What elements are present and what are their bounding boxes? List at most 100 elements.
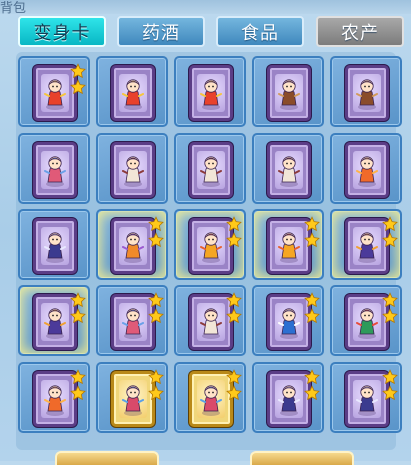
inventory-slot[interactable] <box>174 285 246 356</box>
star-icon <box>304 292 320 308</box>
star-rating <box>382 369 398 401</box>
transform-card-phoenix[interactable] <box>345 142 389 198</box>
star-icon <box>382 216 398 232</box>
card-portrait <box>41 227 69 265</box>
star-icon <box>70 369 86 385</box>
star-icon <box>382 292 398 308</box>
star-icon <box>382 369 398 385</box>
star-rating <box>304 292 320 324</box>
card-portrait <box>275 380 303 418</box>
inventory-slot[interactable] <box>330 209 402 280</box>
card-portrait <box>197 303 225 341</box>
fairy-princess-icon <box>122 385 144 416</box>
inventory-slot[interactable] <box>96 362 168 433</box>
inventory-slot[interactable] <box>252 209 324 280</box>
card-portrait <box>197 380 225 418</box>
star-icon <box>226 292 242 308</box>
star-icon <box>304 216 320 232</box>
inventory-slot[interactable] <box>96 133 168 204</box>
ninja-mage-icon <box>44 308 66 339</box>
window-top-edge: 背包 <box>0 0 411 16</box>
bottom-button-right[interactable] <box>250 451 354 465</box>
star-icon <box>226 308 242 324</box>
card-portrait <box>41 74 69 112</box>
fire-fairy-icon <box>200 232 222 263</box>
inventory-slot[interactable] <box>18 362 90 433</box>
transform-card-winged-fairy[interactable] <box>267 142 311 198</box>
transform-card-winged-fairy[interactable] <box>111 142 155 198</box>
inventory-slot[interactable] <box>174 209 246 280</box>
inventory-slot[interactable] <box>252 133 324 204</box>
inventory-slot[interactable] <box>96 56 168 127</box>
tab-farm-produce[interactable]: 农产 <box>316 16 404 47</box>
star-icon <box>148 308 164 324</box>
star-icon <box>304 369 320 385</box>
tab-food[interactable]: 食品 <box>216 16 304 47</box>
inventory-slot[interactable] <box>174 362 246 433</box>
dancer-girl-icon <box>44 156 66 187</box>
star-rating <box>382 216 398 248</box>
inventory-slot[interactable] <box>252 285 324 356</box>
inventory-slot[interactable] <box>18 133 90 204</box>
star-icon <box>226 369 242 385</box>
star-rating <box>226 292 242 324</box>
transform-card-ninja[interactable] <box>33 218 77 274</box>
star-rating <box>70 369 86 401</box>
card-portrait <box>41 380 69 418</box>
card-portrait <box>353 380 381 418</box>
inventory-slot[interactable] <box>18 56 90 127</box>
transform-card-winged-fairy[interactable] <box>189 142 233 198</box>
inventory-grid <box>16 52 402 450</box>
star-icon <box>304 308 320 324</box>
bottom-button-left[interactable] <box>55 451 159 465</box>
transform-card-monkey-warrior[interactable] <box>345 65 389 121</box>
card-portrait <box>353 227 381 265</box>
transform-card-lion-dancer[interactable] <box>111 65 155 121</box>
fairy-princess-icon <box>200 385 222 416</box>
fire-fairy-icon <box>278 232 300 263</box>
ninja-icon <box>356 385 378 416</box>
inventory-slot[interactable] <box>18 209 90 280</box>
card-portrait <box>275 227 303 265</box>
inventory-slot[interactable] <box>330 133 402 204</box>
monkey-warrior-icon <box>278 79 300 110</box>
card-portrait <box>197 151 225 189</box>
star-icon <box>226 232 242 248</box>
phoenix-icon <box>44 385 66 416</box>
inventory-slot[interactable] <box>174 133 246 204</box>
star-icon <box>70 79 86 95</box>
inventory-slot[interactable] <box>252 362 324 433</box>
winged-fairy-icon <box>200 156 222 187</box>
transform-card-lion-dancer[interactable] <box>189 65 233 121</box>
tab-transform-card[interactable]: 变身卡 <box>18 16 106 47</box>
star-icon <box>148 292 164 308</box>
star-rating <box>148 292 164 324</box>
inventory-slot[interactable] <box>96 209 168 280</box>
inventory-slot[interactable] <box>330 285 402 356</box>
card-portrait <box>119 74 147 112</box>
card-portrait <box>119 151 147 189</box>
card-portrait <box>275 151 303 189</box>
star-icon <box>226 216 242 232</box>
transform-card-dancer-girl[interactable] <box>33 142 77 198</box>
transform-card-monkey-warrior[interactable] <box>267 65 311 121</box>
card-portrait <box>275 74 303 112</box>
star-rating <box>226 369 242 401</box>
winged-fairy-icon <box>122 156 144 187</box>
card-portrait <box>353 74 381 112</box>
star-icon <box>304 385 320 401</box>
star-icon <box>148 232 164 248</box>
star-icon <box>70 63 86 79</box>
card-portrait <box>41 303 69 341</box>
fox-spirit-icon <box>122 232 144 263</box>
inventory-slot[interactable] <box>174 56 246 127</box>
inventory-slot[interactable] <box>252 56 324 127</box>
star-icon <box>70 292 86 308</box>
inventory-slot[interactable] <box>330 56 402 127</box>
inventory-slot[interactable] <box>18 285 90 356</box>
inventory-slot[interactable] <box>96 285 168 356</box>
tab-medicine-wine[interactable]: 药酒 <box>117 16 205 47</box>
inventory-slot[interactable] <box>330 362 402 433</box>
star-icon <box>382 385 398 401</box>
card-portrait <box>41 151 69 189</box>
